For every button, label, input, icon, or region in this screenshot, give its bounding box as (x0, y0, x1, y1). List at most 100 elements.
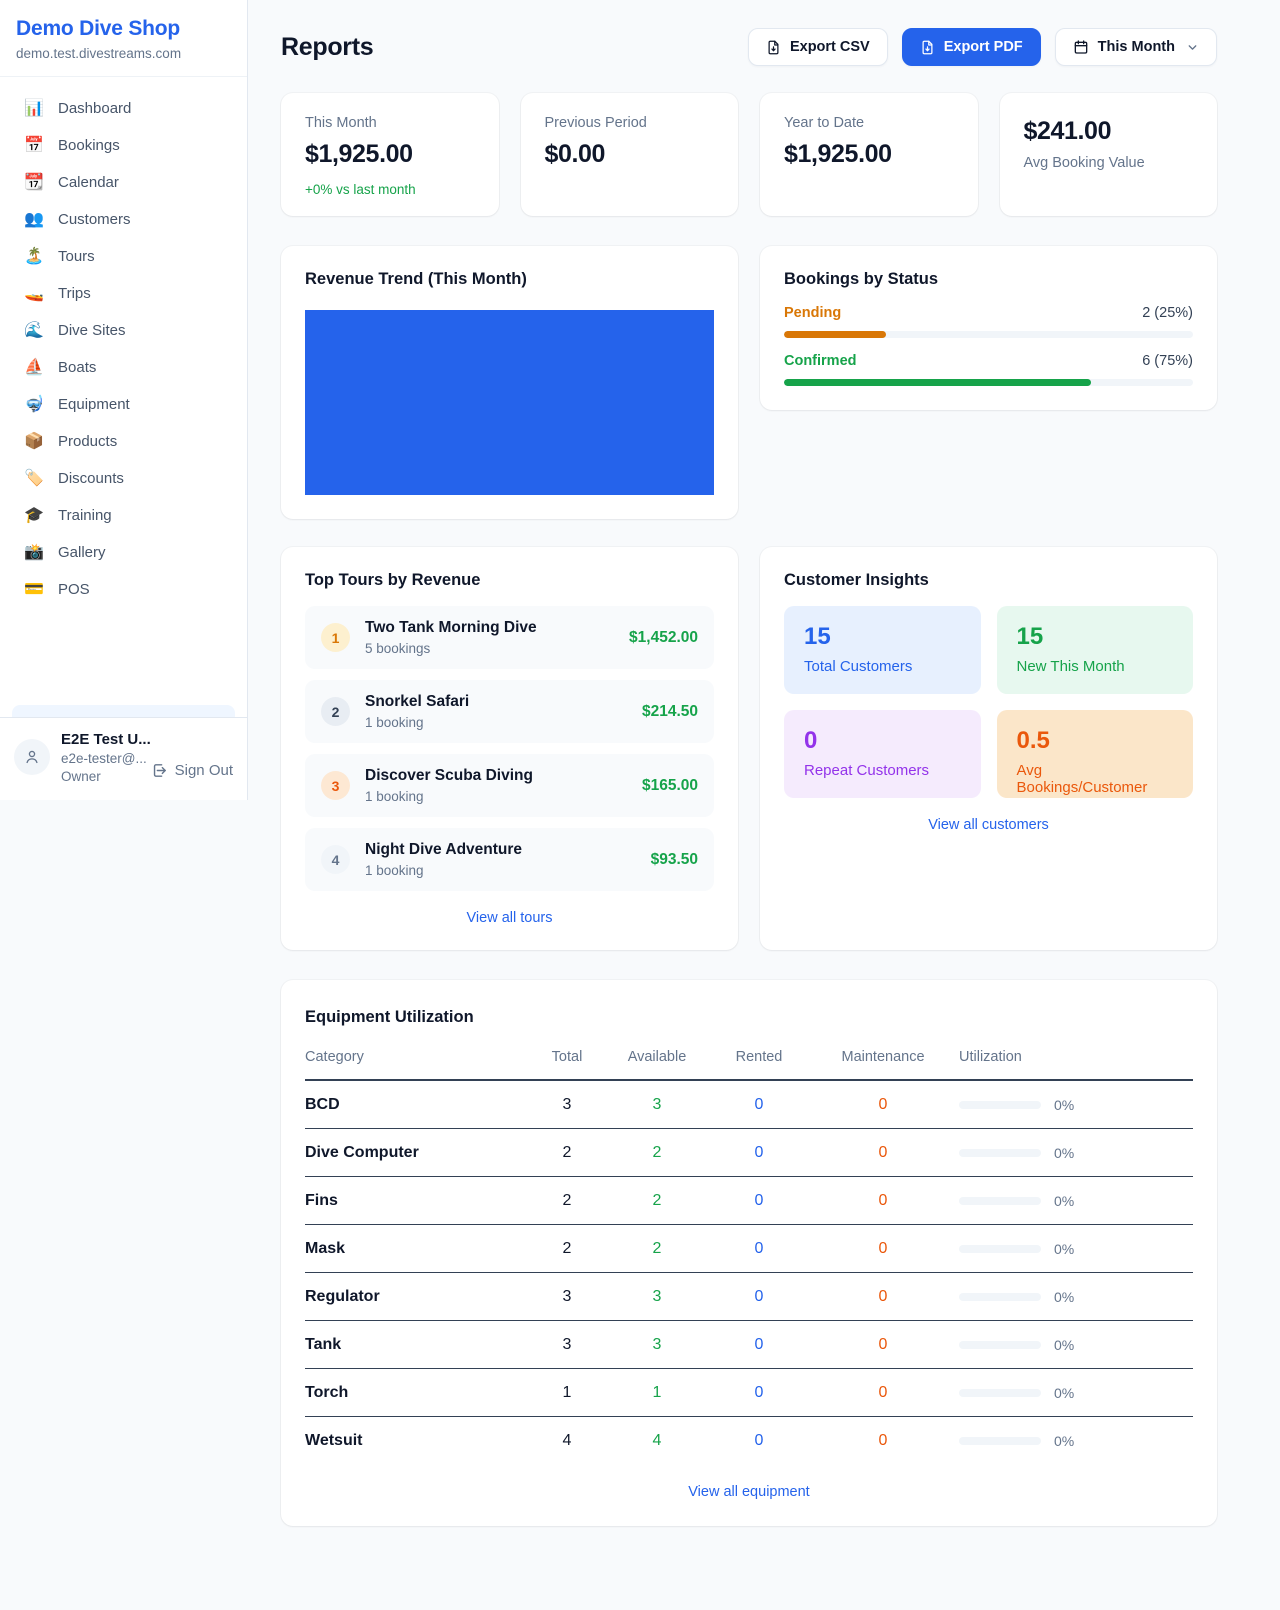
tour-list-item[interactable]: 1 Two Tank Morning Dive 5 bookings $1,45… (305, 606, 714, 669)
calendar-icon (1073, 39, 1089, 55)
period-select[interactable]: This Month (1055, 28, 1217, 66)
cell-rented: 0 (711, 1384, 807, 1402)
cell-rented: 0 (711, 1240, 807, 1258)
cell-rented: 0 (711, 1192, 807, 1210)
cell-available: 2 (603, 1240, 711, 1258)
equipment-utilization-title: Equipment Utilization (305, 1008, 1193, 1027)
sidebar-item-training[interactable]: 🎓 Training (12, 497, 235, 534)
sidebar-item-tours[interactable]: 🏝️ Tours (12, 238, 235, 275)
cell-maintenance: 0 (807, 1096, 959, 1114)
nav-item-label: Equipment (58, 396, 130, 413)
column-header-utilization: Utilization (959, 1049, 1193, 1080)
person-icon (23, 748, 41, 766)
utilization-percent: 0% (1054, 1193, 1074, 1209)
view-all-tours-link[interactable]: View all tours (305, 910, 714, 926)
cell-available: 3 (603, 1288, 711, 1306)
file-download-icon (920, 40, 935, 55)
tour-list-item[interactable]: 4 Night Dive Adventure 1 booking $93.50 (305, 828, 714, 891)
sidebar-item-trips[interactable]: 🚤 Trips (12, 275, 235, 312)
tour-info: Night Dive Adventure 1 booking (365, 841, 636, 878)
sidebar-item-boats[interactable]: ⛵ Boats (12, 349, 235, 386)
nav-item-icon: 🎓 (24, 508, 44, 524)
revenue-trend-card: Revenue Trend (This Month) (281, 246, 738, 519)
nav-item-label: Products (58, 433, 117, 450)
cell-utilization: 0% (959, 1385, 1193, 1401)
nav-item-icon: 📆 (24, 175, 44, 191)
cell-rented: 0 (711, 1336, 807, 1354)
nav-item-label: Dive Sites (58, 322, 126, 339)
rank-badge: 1 (321, 623, 350, 652)
sign-out-button[interactable]: Sign Out (151, 757, 233, 784)
table-row: Fins 2 2 0 0 0% (305, 1177, 1193, 1225)
nav-item-icon: 📅 (24, 138, 44, 154)
cell-category: Tank (305, 1336, 531, 1354)
sidebar-item-equipment[interactable]: 🤿 Equipment (12, 386, 235, 423)
cell-available: 3 (603, 1336, 711, 1354)
sidebar-item-active-partial[interactable] (12, 705, 235, 717)
utilization-bar (959, 1341, 1041, 1349)
stat-previous-period: Previous Period $0.00 (521, 93, 739, 216)
cell-maintenance: 0 (807, 1144, 959, 1162)
header-actions: Export CSV Export PDF This Month (748, 28, 1217, 66)
cell-utilization: 0% (959, 1145, 1193, 1161)
table-row: Tank 3 3 0 0 0% (305, 1321, 1193, 1369)
cell-available: 2 (603, 1192, 711, 1210)
sidebar-item-calendar[interactable]: 📆 Calendar (12, 164, 235, 201)
view-all-customers-link[interactable]: View all customers (784, 817, 1193, 833)
tile-value: 15 (1017, 623, 1174, 651)
tile-label: Avg Bookings/Customer (1017, 762, 1174, 796)
period-label: This Month (1098, 39, 1175, 55)
nav-item-icon: 🚤 (24, 286, 44, 302)
sidebar-item-bookings[interactable]: 📅 Bookings (12, 127, 235, 164)
status-count: 2 (25%) (1142, 305, 1193, 321)
stat-this-month: This Month $1,925.00 +0% vs last month (281, 93, 499, 216)
nav-item-label: Boats (58, 359, 96, 376)
cell-rented: 0 (711, 1432, 807, 1450)
brand-title[interactable]: Demo Dive Shop (16, 17, 231, 41)
sidebar-item-gallery[interactable]: 📸 Gallery (12, 534, 235, 571)
cell-rented: 0 (711, 1096, 807, 1114)
tour-list-item[interactable]: 2 Snorkel Safari 1 booking $214.50 (305, 680, 714, 743)
sidebar-item-pos[interactable]: 💳 POS (12, 571, 235, 608)
chevron-down-icon (1186, 41, 1199, 54)
sidebar-item-products[interactable]: 📦 Products (12, 423, 235, 460)
table-row: Torch 1 1 0 0 0% (305, 1369, 1193, 1417)
view-all-equipment-link[interactable]: View all equipment (305, 1484, 1193, 1500)
status-row: Pending 2 (25%) (784, 305, 1193, 338)
top-tours-card: Top Tours by Revenue 1 Two Tank Morning … (281, 547, 738, 950)
nav-item-label: Calendar (58, 174, 119, 191)
cell-maintenance: 0 (807, 1288, 959, 1306)
user-meta: E2E Test U... e2e-tester@... Owner (61, 731, 140, 784)
stat-label: Year to Date (784, 115, 954, 131)
cell-category: Torch (305, 1384, 531, 1402)
tile-avg-bookings: 0.5 Avg Bookings/Customer (997, 710, 1194, 798)
utilization-percent: 0% (1054, 1145, 1074, 1161)
sidebar-nav: 📊 Dashboard 📅 Bookings 📆 Calendar 👥 Cust… (0, 77, 247, 705)
main-content: Reports Export CSV Export PDF This Month (248, 0, 1280, 1526)
utilization-percent: 0% (1054, 1097, 1074, 1113)
utilization-percent: 0% (1054, 1241, 1074, 1257)
export-csv-button[interactable]: Export CSV (748, 28, 888, 66)
sidebar-item-discounts[interactable]: 🏷️ Discounts (12, 460, 235, 497)
status-label: Pending (784, 305, 841, 321)
sign-out-label: Sign Out (175, 762, 233, 779)
column-header-rented: Rented (711, 1049, 807, 1080)
status-label: Confirmed (784, 353, 857, 369)
cell-utilization: 0% (959, 1337, 1193, 1353)
bookings-by-status-title: Bookings by Status (784, 270, 1193, 289)
sidebar-item-dive-sites[interactable]: 🌊 Dive Sites (12, 312, 235, 349)
sidebar-item-dashboard[interactable]: 📊 Dashboard (12, 90, 235, 127)
sidebar: Demo Dive Shop demo.test.divestreams.com… (0, 0, 248, 800)
user-box: E2E Test U... e2e-tester@... Owner Sign … (0, 717, 247, 800)
table-row: Dive Computer 2 2 0 0 0% (305, 1129, 1193, 1177)
tour-list-item[interactable]: 3 Discover Scuba Diving 1 booking $165.0… (305, 754, 714, 817)
column-header-total: Total (531, 1049, 603, 1080)
stat-cards: This Month $1,925.00 +0% vs last month P… (281, 93, 1217, 216)
export-pdf-button[interactable]: Export PDF (902, 28, 1041, 66)
tile-label: Total Customers (804, 658, 961, 675)
tour-revenue: $214.50 (642, 703, 698, 721)
utilization-bar (959, 1101, 1041, 1109)
sidebar-item-customers[interactable]: 👥 Customers (12, 201, 235, 238)
nav-item-icon: 👥 (24, 212, 44, 228)
utilization-bar (959, 1245, 1041, 1253)
